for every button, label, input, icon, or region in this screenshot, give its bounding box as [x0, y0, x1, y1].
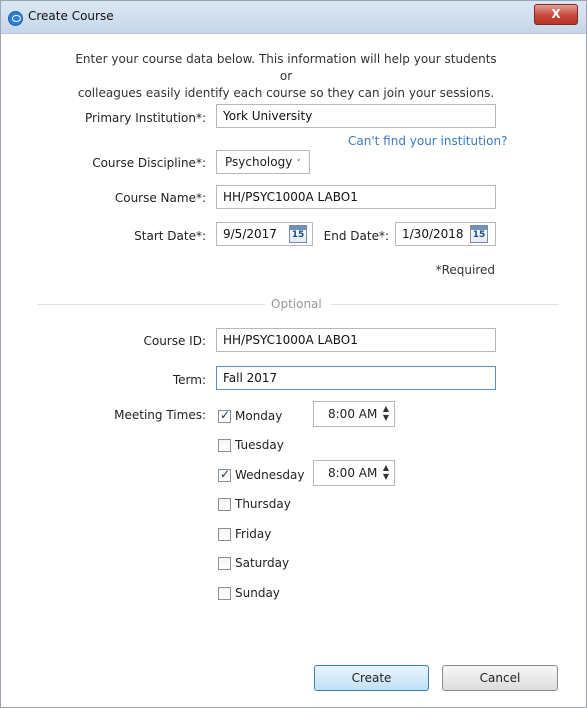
term-label: Term: — [172, 373, 206, 387]
monday-checkbox[interactable] — [218, 408, 231, 423]
thursday-label: Thursday — [235, 497, 291, 511]
create-button[interactable]: Create — [314, 665, 429, 691]
start-date-value: 9/5/2017 — [223, 227, 277, 241]
discipline-label: Course Discipline*: — [92, 156, 206, 170]
wednesday-time-value: 8:00 AM — [328, 466, 378, 480]
institution-label: Primary Institution*: — [85, 111, 206, 125]
monday-time-picker[interactable]: 8:00 AM ▲ ▼ — [313, 401, 395, 427]
optional-heading: Optional — [271, 297, 322, 311]
cancel-button[interactable]: Cancel — [442, 665, 558, 691]
wednesday-label: Wednesday — [235, 468, 305, 482]
monday-label: Monday — [235, 409, 283, 423]
cant-find-institution-link[interactable]: Can't find your institution? — [348, 134, 507, 148]
chevron-down-icon: ˅ — [296, 159, 301, 169]
friday-label: Friday — [235, 527, 272, 541]
wednesday-time-picker[interactable]: 8:00 AM ▲ ▼ — [313, 460, 395, 486]
window-title: Create Course — [28, 9, 114, 23]
start-date-calendar-icon[interactable]: 15 — [289, 225, 307, 243]
time-spinner-icon[interactable]: ▲ ▼ — [383, 463, 389, 481]
course-name-label: Course Name*: — [114, 191, 206, 205]
tuesday-checkbox[interactable] — [218, 439, 231, 452]
end-date-label: End Date*: — [323, 229, 389, 243]
divider-left — [37, 304, 265, 305]
discipline-value: Psychology — [225, 155, 293, 169]
institution-field[interactable]: York University — [216, 104, 496, 128]
saturday-checkbox[interactable] — [218, 557, 231, 570]
thursday-checkbox[interactable] — [218, 498, 231, 511]
sunday-checkbox[interactable] — [218, 587, 231, 600]
app-logo-icon — [8, 11, 23, 26]
course-name-field[interactable]: HH/PSYC1000A LABO1 — [216, 185, 496, 209]
saturday-label: Saturday — [235, 556, 290, 570]
friday-checkbox[interactable] — [218, 528, 231, 541]
discipline-select[interactable]: Psychology ˅ — [216, 150, 310, 174]
time-spinner-icon[interactable]: ▲ ▼ — [383, 404, 389, 422]
course-id-label: Course ID: — [143, 334, 206, 348]
intro-line-1: Enter your course data below. This infor… — [75, 52, 497, 83]
title-bar: Create Course X — [1, 1, 586, 34]
end-date-value: 1/30/2018 — [402, 227, 464, 241]
meeting-times-label: Meeting Times: — [114, 408, 206, 422]
divider-right — [331, 304, 559, 305]
monday-time-value: 8:00 AM — [328, 407, 378, 421]
course-id-field[interactable]: HH/PSYC1000A LABO1 — [216, 328, 496, 352]
intro-line-2: colleagues easily identify each course s… — [77, 86, 495, 100]
end-date-calendar-icon[interactable]: 15 — [470, 225, 488, 243]
start-date-label: Start Date*: — [134, 229, 206, 243]
sunday-label: Sunday — [235, 586, 280, 600]
term-field[interactable]: Fall 2017 — [216, 366, 496, 390]
close-button[interactable]: X — [534, 4, 578, 25]
required-note: *Required — [435, 263, 495, 277]
tuesday-label: Tuesday — [235, 438, 284, 452]
wednesday-checkbox[interactable] — [218, 467, 231, 482]
create-course-dialog: Create Course X Enter your course data b… — [0, 0, 587, 708]
intro-text: Enter your course data below. This infor… — [71, 51, 501, 102]
